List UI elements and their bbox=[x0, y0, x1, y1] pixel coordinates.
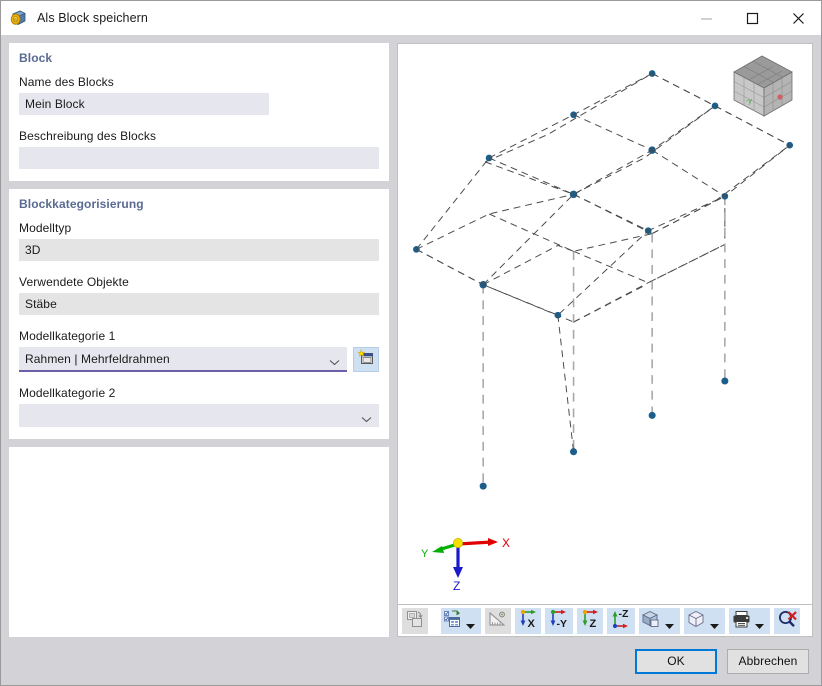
view-negative-z-icon: -Z bbox=[609, 608, 633, 632]
view-in-negative-y-button[interactable]: -Y bbox=[545, 607, 573, 634]
block-description-label: Beschreibung des Blocks bbox=[19, 129, 157, 143]
dialog-body: Block Name des Blocks Mein Block Beschre… bbox=[1, 35, 821, 637]
view-in-z-button[interactable]: Z bbox=[577, 607, 603, 634]
chevron-down-icon[interactable] bbox=[755, 618, 764, 629]
block-preview-panel bbox=[9, 447, 389, 637]
render-mode-button[interactable] bbox=[639, 607, 680, 634]
snapshot-icon bbox=[405, 609, 425, 632]
viewport-column: -y X Y Z X -Y Z -Z bbox=[397, 43, 813, 637]
printer-icon bbox=[731, 609, 752, 632]
zoom-reset-icon bbox=[777, 609, 798, 632]
print-button[interactable] bbox=[729, 607, 770, 634]
model-category-1-value: Rahmen | Mehrfeldrahmen bbox=[25, 351, 170, 366]
svg-text:X: X bbox=[528, 618, 536, 629]
chevron-down-icon bbox=[329, 355, 340, 366]
viewport-toolbar: X -Y Z -Z bbox=[397, 605, 813, 637]
new-category-button[interactable] bbox=[353, 347, 379, 372]
model-type-value: 3D bbox=[19, 239, 379, 261]
svg-text:X: X bbox=[502, 536, 510, 550]
svg-text:Y: Y bbox=[421, 548, 429, 560]
maximize-icon[interactable] bbox=[729, 1, 775, 35]
model-type-label: Modelltyp bbox=[19, 221, 72, 235]
measure-button[interactable] bbox=[485, 607, 511, 634]
model-nodes bbox=[413, 70, 794, 490]
coordinate-axis-widget: X Y Z bbox=[420, 530, 516, 593]
save-block-icon: 6 bbox=[9, 8, 29, 28]
window-title: Als Block speichern bbox=[37, 11, 148, 25]
block-name-label: Name des Blocks bbox=[19, 75, 114, 89]
chevron-down-icon[interactable] bbox=[466, 618, 475, 629]
chevron-down-icon[interactable] bbox=[710, 618, 719, 629]
model-category-2-label: Modellkategorie 2 bbox=[19, 386, 116, 400]
ok-button[interactable]: OK bbox=[635, 648, 717, 674]
svg-text:Z: Z bbox=[590, 618, 597, 629]
title-bar: 6 Als Block speichern bbox=[1, 1, 821, 35]
reset-zoom-button[interactable] bbox=[774, 607, 800, 634]
block-categorization-panel: Blockkategorisierung Modelltyp 3D Verwen… bbox=[9, 189, 389, 439]
model-category-1-label: Modellkategorie 1 bbox=[19, 329, 116, 343]
block-panel: Block Name des Blocks Mein Block Beschre… bbox=[9, 43, 389, 181]
window-controls bbox=[683, 1, 821, 35]
display-properties-icon bbox=[443, 609, 463, 632]
view-negative-y-icon: -Y bbox=[547, 609, 571, 632]
svg-text:-Y: -Y bbox=[557, 618, 568, 629]
save-block-dialog: 6 Als Block speichern Block Name des Blo… bbox=[0, 0, 822, 686]
view-in-negative-z-button[interactable]: -Z bbox=[607, 607, 635, 634]
block-description-input[interactable] bbox=[19, 147, 379, 169]
model-category-2-combobox[interactable] bbox=[19, 404, 379, 427]
measure-icon bbox=[488, 609, 508, 632]
used-objects-value: Stäbe bbox=[19, 293, 379, 315]
render-mode-icon bbox=[641, 609, 662, 632]
minimize-icon[interactable] bbox=[683, 1, 729, 35]
dialog-footer: OK Abbrechen bbox=[1, 637, 821, 685]
new-category-icon bbox=[357, 349, 375, 370]
used-objects-label: Verwendete Objekte bbox=[19, 275, 129, 289]
block-name-input[interactable]: Mein Block bbox=[19, 93, 269, 115]
display-properties-button[interactable] bbox=[441, 607, 481, 634]
wireframe-cube-icon bbox=[686, 609, 707, 632]
svg-text:6: 6 bbox=[14, 17, 17, 22]
form-column: Block Name des Blocks Mein Block Beschre… bbox=[9, 43, 389, 637]
svg-text:Z: Z bbox=[453, 579, 460, 592]
view-in-x-button[interactable]: X bbox=[515, 607, 541, 634]
svg-text:-Z: -Z bbox=[619, 609, 629, 620]
close-icon[interactable] bbox=[775, 1, 821, 35]
model-viewport[interactable]: -y X Y Z bbox=[397, 43, 813, 605]
model-category-1-row: Rahmen | Mehrfeldrahmen bbox=[19, 347, 379, 372]
block-panel-title: Block bbox=[19, 51, 53, 65]
view-x-icon: X bbox=[517, 609, 539, 632]
wireframe-button[interactable] bbox=[684, 607, 725, 634]
frame-model-graphic bbox=[413, 70, 794, 490]
categorization-panel-title: Blockkategorisierung bbox=[19, 197, 144, 211]
model-category-1-combobox[interactable]: Rahmen | Mehrfeldrahmen bbox=[19, 347, 347, 372]
chevron-down-icon bbox=[361, 412, 372, 423]
snapshot-button[interactable] bbox=[402, 607, 428, 634]
chevron-down-icon[interactable] bbox=[665, 618, 674, 629]
view-z-icon: Z bbox=[579, 609, 601, 632]
cancel-button[interactable]: Abbrechen bbox=[727, 648, 809, 674]
view-cube-icon[interactable]: -y bbox=[724, 50, 802, 124]
svg-text:-y: -y bbox=[746, 98, 752, 105]
